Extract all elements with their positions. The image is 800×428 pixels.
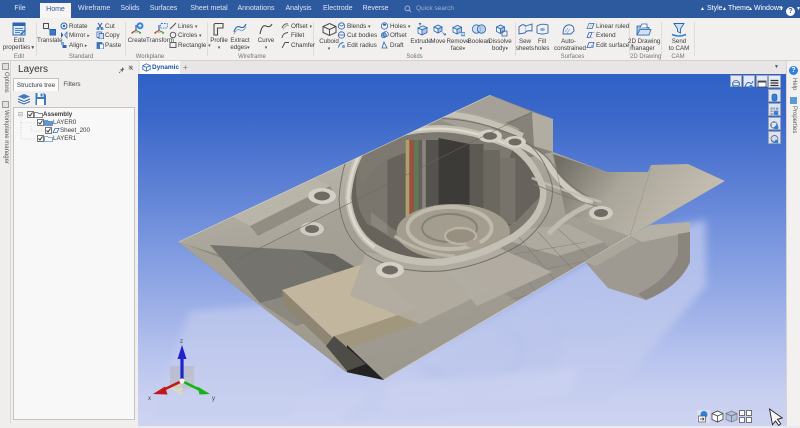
svg-text:y: y	[212, 396, 215, 402]
svg-text:z: z	[180, 339, 183, 345]
svg-text:x: x	[148, 396, 151, 402]
